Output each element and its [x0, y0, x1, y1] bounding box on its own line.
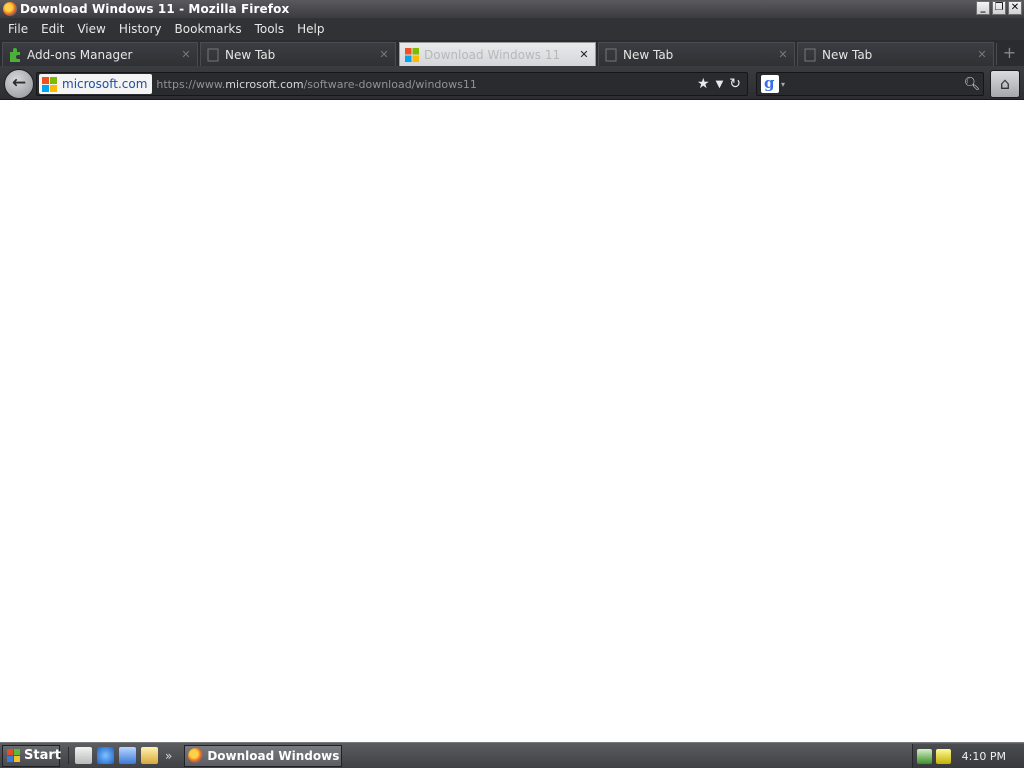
menu-tools[interactable]: Tools — [250, 22, 293, 36]
menu-help[interactable]: Help — [292, 22, 332, 36]
system-tray: 4:10 PM — [912, 744, 1024, 768]
navigation-toolbar: ← microsoft.com https://www.microsoft.co… — [0, 66, 1024, 100]
new-tab-button[interactable]: + — [996, 43, 1022, 65]
taskbar-item-firefox[interactable]: Download Windows 11 ... — [184, 744, 343, 767]
page-content — [0, 101, 1024, 742]
restore-button[interactable]: ❐ — [992, 1, 1006, 15]
firefox-icon — [188, 748, 204, 763]
windows-flag-icon — [7, 748, 20, 763]
menu-edit[interactable]: Edit — [36, 22, 72, 36]
internet-explorer-icon[interactable] — [97, 747, 114, 764]
quick-launch-more-icon[interactable]: » — [165, 749, 172, 763]
back-button[interactable]: ← — [4, 69, 34, 99]
reload-icon[interactable]: ↻ — [729, 76, 741, 92]
minimize-button[interactable]: _ — [976, 1, 990, 15]
security-icon[interactable] — [936, 748, 951, 764]
quick-launch: » — [68, 747, 172, 764]
tab-label: New Tab — [225, 47, 276, 62]
microsoft-logo-icon — [404, 47, 420, 63]
site-identity-button[interactable]: microsoft.com — [39, 74, 153, 94]
window-title: Download Windows 11 - Mozilla Firefox — [20, 2, 290, 16]
tab-new-tab[interactable]: New Tab ✕ — [200, 42, 396, 66]
url-bar[interactable]: microsoft.com https://www.microsoft.com/… — [36, 72, 748, 96]
search-input[interactable] — [785, 77, 961, 91]
puzzle-icon — [7, 47, 23, 63]
show-desktop-icon[interactable] — [75, 747, 92, 764]
start-label: Start — [24, 748, 61, 763]
tab-label: Add-ons Manager — [27, 47, 133, 62]
clock: 4:10 PM — [961, 749, 1006, 763]
google-icon[interactable] — [761, 74, 779, 93]
close-tab-icon[interactable]: ✕ — [577, 48, 591, 61]
tab-new-tab[interactable]: New Tab ✕ — [797, 42, 994, 66]
url-text[interactable]: https://www.microsoft.com/software-downl… — [156, 78, 697, 91]
close-window-button[interactable]: ✕ — [1008, 1, 1022, 15]
close-tab-icon[interactable]: ✕ — [377, 48, 391, 61]
window-controls: _ ❐ ✕ — [976, 1, 1022, 15]
close-tab-icon[interactable]: ✕ — [975, 48, 989, 61]
tab-label: New Tab — [822, 47, 873, 62]
search-folder-icon[interactable] — [141, 747, 158, 764]
start-button[interactable]: Start — [2, 744, 61, 767]
taskbar: Start » Download Windows 11 ... 4:10 PM — [0, 742, 1024, 768]
firefox-icon — [3, 2, 17, 16]
microsoft-logo-icon — [42, 76, 57, 92]
url-bar-buttons: ★ ▼ ↻ — [697, 76, 741, 92]
tab-new-tab[interactable]: New Tab ✕ — [598, 42, 795, 66]
history-dropdown-icon[interactable]: ▼ — [716, 79, 724, 90]
window-titlebar: Download Windows 11 - Mozilla Firefox _ … — [0, 0, 1024, 18]
blank-page-icon — [802, 47, 818, 63]
outlook-express-icon[interactable] — [119, 747, 136, 764]
tab-label: Download Windows 11 — [424, 47, 561, 62]
menu-view[interactable]: View — [72, 22, 113, 36]
url-path: /software-download/windows11 — [303, 77, 477, 91]
url-host: microsoft.com — [225, 77, 304, 91]
search-bar[interactable]: ▾ 🔍︎ — [756, 72, 984, 96]
close-tab-icon[interactable]: ✕ — [776, 48, 790, 61]
taskbar-item-label: Download Windows 11 ... — [207, 748, 341, 763]
blank-page-icon — [603, 47, 619, 63]
tab-download-windows-11[interactable]: Download Windows 11 ✕ — [399, 42, 596, 66]
home-button[interactable]: ⌂ — [990, 70, 1020, 98]
menu-bar: File Edit View History Bookmarks Tools H… — [0, 18, 1024, 40]
close-tab-icon[interactable]: ✕ — [179, 48, 193, 61]
network-icon[interactable] — [917, 748, 932, 764]
magnifier-icon[interactable]: 🔍︎ — [961, 77, 983, 92]
menu-bookmarks[interactable]: Bookmarks — [170, 22, 250, 36]
url-prefix: https://www. — [156, 77, 226, 91]
tab-label: New Tab — [623, 47, 674, 62]
tab-strip: Add-ons Manager ✕ New Tab ✕ Download Win… — [0, 40, 1024, 66]
tab-addons-manager[interactable]: Add-ons Manager ✕ — [2, 42, 198, 66]
bookmark-star-icon[interactable]: ★ — [697, 76, 710, 92]
menu-file[interactable]: File — [3, 22, 36, 36]
menu-history[interactable]: History — [114, 22, 170, 36]
site-domain: microsoft.com — [62, 77, 148, 91]
blank-page-icon — [205, 47, 221, 63]
